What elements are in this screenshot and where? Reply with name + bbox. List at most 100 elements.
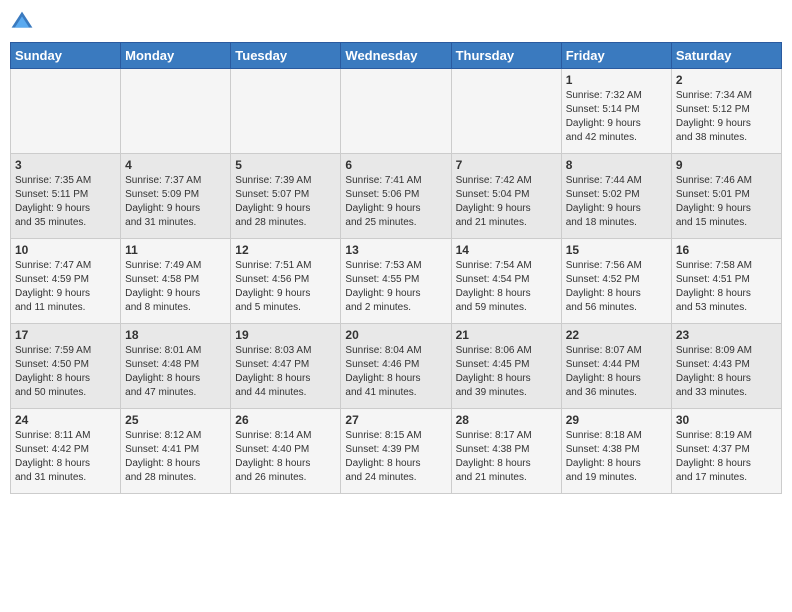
weekday-header: Wednesday: [341, 43, 451, 69]
calendar-week-row: 24 Sunrise: 8:11 AM Sunset: 4:42 PM Dayli…: [11, 409, 782, 494]
day-info: Sunrise: 7:49 AM Sunset: 4:58 PM Dayligh…: [125, 259, 226, 315]
calendar-cell: 20 Sunrise: 8:04 AM Sunset: 4:46 PM Dayli…: [341, 324, 451, 409]
day-info: Sunrise: 7:41 AM Sunset: 5:06 PM Dayligh…: [345, 174, 446, 230]
calendar-cell: 6 Sunrise: 7:41 AM Sunset: 5:06 PM Daylig…: [341, 154, 451, 239]
calendar-cell: 7 Sunrise: 7:42 AM Sunset: 5:04 PM Daylig…: [451, 154, 561, 239]
day-number: 1: [566, 73, 667, 87]
day-info: Sunrise: 8:18 AM Sunset: 4:38 PM Dayligh…: [566, 429, 667, 485]
calendar-cell: 16 Sunrise: 7:58 AM Sunset: 4:51 PM Dayli…: [671, 239, 781, 324]
day-number: 30: [676, 413, 777, 427]
calendar-cell: 3Sunrise: 7:35 AM Sunset: 5:11 PM Daylig…: [11, 154, 121, 239]
page-header: [10, 10, 782, 34]
day-number: 9: [676, 158, 777, 172]
day-number: 21: [456, 328, 557, 342]
day-number: 22: [566, 328, 667, 342]
calendar-cell: [121, 69, 231, 154]
calendar-cell: 10 Sunrise: 7:47 AM Sunset: 4:59 PM Dayli…: [11, 239, 121, 324]
day-info: Sunrise: 8:12 AM Sunset: 4:41 PM Dayligh…: [125, 429, 226, 485]
day-number: 17: [15, 328, 116, 342]
day-info: Sunrise: 8:07 AM Sunset: 4:44 PM Dayligh…: [566, 344, 667, 400]
day-info: Sunrise: 8:03 AM Sunset: 4:47 PM Dayligh…: [235, 344, 336, 400]
weekday-header: Friday: [561, 43, 671, 69]
calendar-week-row: 17 Sunrise: 7:59 AM Sunset: 4:50 PM Dayli…: [11, 324, 782, 409]
day-info: Sunrise: 7:32 AM Sunset: 5:14 PM Dayligh…: [566, 89, 667, 145]
day-info: Sunrise: 7:46 AM Sunset: 5:01 PM Dayligh…: [676, 174, 777, 230]
calendar-cell: 11 Sunrise: 7:49 AM Sunset: 4:58 PM Dayli…: [121, 239, 231, 324]
day-number: 14: [456, 243, 557, 257]
day-number: 7: [456, 158, 557, 172]
day-info: Sunrise: 7:51 AM Sunset: 4:56 PM Dayligh…: [235, 259, 336, 315]
day-info: Sunrise: 7:37 AM Sunset: 5:09 PM Dayligh…: [125, 174, 226, 230]
day-number: 13: [345, 243, 446, 257]
day-info: Sunrise: 8:14 AM Sunset: 4:40 PM Dayligh…: [235, 429, 336, 485]
day-info: Sunrise: 8:19 AM Sunset: 4:37 PM Dayligh…: [676, 429, 777, 485]
calendar-cell: 2 Sunrise: 7:34 AM Sunset: 5:12 PM Daylig…: [671, 69, 781, 154]
calendar-week-row: 3Sunrise: 7:35 AM Sunset: 5:11 PM Daylig…: [11, 154, 782, 239]
calendar-cell: 29Sunrise: 8:18 AM Sunset: 4:38 PM Dayli…: [561, 409, 671, 494]
day-info: Sunrise: 7:59 AM Sunset: 4:50 PM Dayligh…: [15, 344, 116, 400]
day-info: Sunrise: 7:34 AM Sunset: 5:12 PM Dayligh…: [676, 89, 777, 145]
calendar-cell: 4 Sunrise: 7:37 AM Sunset: 5:09 PM Daylig…: [121, 154, 231, 239]
calendar-cell: 8Sunrise: 7:44 AM Sunset: 5:02 PM Daylig…: [561, 154, 671, 239]
logo: [10, 10, 38, 34]
day-info: Sunrise: 7:56 AM Sunset: 4:52 PM Dayligh…: [566, 259, 667, 315]
day-number: 3: [15, 158, 116, 172]
weekday-header: Saturday: [671, 43, 781, 69]
calendar-week-row: 1 Sunrise: 7:32 AM Sunset: 5:14 PM Daylig…: [11, 69, 782, 154]
calendar-cell: 14 Sunrise: 7:54 AM Sunset: 4:54 PM Dayli…: [451, 239, 561, 324]
day-info: Sunrise: 8:09 AM Sunset: 4:43 PM Dayligh…: [676, 344, 777, 400]
day-number: 16: [676, 243, 777, 257]
calendar-cell: 15 Sunrise: 7:56 AM Sunset: 4:52 PM Dayli…: [561, 239, 671, 324]
calendar-cell: 30 Sunrise: 8:19 AM Sunset: 4:37 PM Dayli…: [671, 409, 781, 494]
weekday-header: Sunday: [11, 43, 121, 69]
day-number: 6: [345, 158, 446, 172]
calendar-cell: 25 Sunrise: 8:12 AM Sunset: 4:41 PM Dayli…: [121, 409, 231, 494]
day-number: 26: [235, 413, 336, 427]
day-number: 19: [235, 328, 336, 342]
calendar-cell: [341, 69, 451, 154]
day-number: 8: [566, 158, 667, 172]
logo-icon: [10, 10, 34, 34]
day-number: 23: [676, 328, 777, 342]
calendar-cell: 26 Sunrise: 8:14 AM Sunset: 4:40 PM Dayli…: [231, 409, 341, 494]
day-number: 20: [345, 328, 446, 342]
calendar-header-row: SundayMondayTuesdayWednesdayThursdayFrid…: [11, 43, 782, 69]
day-number: 28: [456, 413, 557, 427]
day-info: Sunrise: 8:06 AM Sunset: 4:45 PM Dayligh…: [456, 344, 557, 400]
day-number: 24: [15, 413, 116, 427]
day-number: 25: [125, 413, 226, 427]
calendar-cell: 28Sunrise: 8:17 AM Sunset: 4:38 PM Dayli…: [451, 409, 561, 494]
day-number: 10: [15, 243, 116, 257]
day-info: Sunrise: 7:53 AM Sunset: 4:55 PM Dayligh…: [345, 259, 446, 315]
day-number: 15: [566, 243, 667, 257]
calendar-week-row: 10 Sunrise: 7:47 AM Sunset: 4:59 PM Dayli…: [11, 239, 782, 324]
day-number: 4: [125, 158, 226, 172]
day-number: 18: [125, 328, 226, 342]
weekday-header: Monday: [121, 43, 231, 69]
calendar-cell: 5Sunrise: 7:39 AM Sunset: 5:07 PM Daylig…: [231, 154, 341, 239]
day-info: Sunrise: 8:04 AM Sunset: 4:46 PM Dayligh…: [345, 344, 446, 400]
calendar-cell: 24 Sunrise: 8:11 AM Sunset: 4:42 PM Dayli…: [11, 409, 121, 494]
day-number: 2: [676, 73, 777, 87]
calendar-cell: [451, 69, 561, 154]
calendar-table: SundayMondayTuesdayWednesdayThursdayFrid…: [10, 42, 782, 494]
calendar-cell: 17 Sunrise: 7:59 AM Sunset: 4:50 PM Dayli…: [11, 324, 121, 409]
day-number: 11: [125, 243, 226, 257]
calendar-cell: 27Sunrise: 8:15 AM Sunset: 4:39 PM Dayli…: [341, 409, 451, 494]
day-info: Sunrise: 7:39 AM Sunset: 5:07 PM Dayligh…: [235, 174, 336, 230]
calendar-cell: 13 Sunrise: 7:53 AM Sunset: 4:55 PM Dayli…: [341, 239, 451, 324]
calendar-cell: 1 Sunrise: 7:32 AM Sunset: 5:14 PM Daylig…: [561, 69, 671, 154]
day-info: Sunrise: 7:58 AM Sunset: 4:51 PM Dayligh…: [676, 259, 777, 315]
day-info: Sunrise: 8:11 AM Sunset: 4:42 PM Dayligh…: [15, 429, 116, 485]
day-number: 12: [235, 243, 336, 257]
calendar-cell: 23 Sunrise: 8:09 AM Sunset: 4:43 PM Dayli…: [671, 324, 781, 409]
calendar-cell: [231, 69, 341, 154]
day-info: Sunrise: 7:54 AM Sunset: 4:54 PM Dayligh…: [456, 259, 557, 315]
weekday-header: Thursday: [451, 43, 561, 69]
day-info: Sunrise: 7:42 AM Sunset: 5:04 PM Dayligh…: [456, 174, 557, 230]
weekday-header: Tuesday: [231, 43, 341, 69]
calendar-cell: 19 Sunrise: 8:03 AM Sunset: 4:47 PM Dayli…: [231, 324, 341, 409]
day-info: Sunrise: 7:47 AM Sunset: 4:59 PM Dayligh…: [15, 259, 116, 315]
calendar-cell: 21 Sunrise: 8:06 AM Sunset: 4:45 PM Dayli…: [451, 324, 561, 409]
day-info: Sunrise: 8:15 AM Sunset: 4:39 PM Dayligh…: [345, 429, 446, 485]
